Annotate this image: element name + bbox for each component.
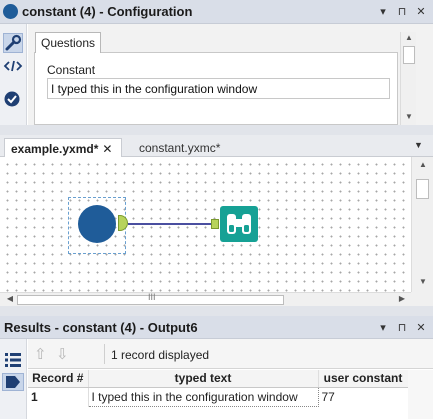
results-scrollbar[interactable]	[408, 370, 433, 419]
connection-line[interactable]	[128, 223, 211, 225]
panel-menu-button[interactable]: ▾	[376, 320, 390, 336]
scroll-up-icon[interactable]: ▲	[401, 33, 417, 42]
tab-label: example.yxmd*	[11, 142, 99, 156]
scroll-thumb[interactable]	[403, 46, 415, 64]
record-count: 1 record displayed	[111, 348, 210, 362]
scroll-up-icon[interactable]: ▲	[415, 160, 431, 169]
input-anchor[interactable]	[211, 219, 219, 229]
configuration-sidebar	[0, 24, 27, 125]
pin-button[interactable]: ⊓	[395, 320, 409, 336]
results-sidebar	[0, 339, 27, 419]
cell-user-constant[interactable]: 77	[318, 387, 409, 406]
tab-constant-yxmc[interactable]: constant.yxmc*	[127, 138, 247, 157]
panel-menu-button[interactable]: ▾	[376, 4, 390, 20]
configuration-area: Questions Constant ▲ ▼	[28, 24, 433, 125]
output-anchor[interactable]	[118, 215, 128, 231]
close-panel-button[interactable]: ✕	[414, 320, 428, 336]
arrow-down-icon[interactable]: ⇩	[56, 345, 69, 363]
results-header: Results - constant (4) - Output6 ▾ ⊓ ✕	[0, 316, 433, 339]
column-header-typed-text[interactable]: typed text	[88, 370, 319, 388]
close-tab-icon[interactable]: ✕	[102, 142, 112, 156]
browse-tool-node[interactable]	[220, 206, 258, 242]
binoculars-icon	[227, 214, 251, 234]
tab-questions[interactable]: Questions	[35, 32, 101, 53]
results-table: Record # typed text user constant 1 I ty…	[28, 370, 409, 407]
questions-panel: Constant	[34, 52, 398, 125]
scroll-thumb[interactable]	[416, 179, 429, 199]
scroll-down-icon[interactable]: ▼	[401, 112, 417, 121]
wrench-icon[interactable]	[3, 33, 23, 53]
check-circle-icon[interactable]	[3, 90, 23, 110]
scroll-left-icon[interactable]: ◀	[2, 294, 18, 303]
tabs-dropdown-icon[interactable]: ▼	[414, 140, 423, 150]
list-icon[interactable]	[4, 351, 22, 369]
constant-label: Constant	[47, 63, 96, 77]
panel-separator[interactable]	[0, 125, 433, 135]
column-header-user-constant[interactable]: user constant	[318, 370, 409, 388]
column-header-record[interactable]: Record #	[28, 370, 89, 388]
canvas-horizontal-scrollbar[interactable]: ◀ III ▶	[0, 292, 411, 306]
document-tabs: example.yxmd* ✕ constant.yxmc* ▼	[0, 135, 433, 157]
configuration-title: constant (4) - Configuration	[22, 4, 193, 19]
constant-tool-node[interactable]	[78, 205, 116, 243]
arrow-up-icon[interactable]: ⇧	[34, 345, 47, 363]
tab-example-yxmd[interactable]: example.yxmd* ✕	[4, 138, 122, 157]
tag-icon[interactable]	[2, 373, 24, 391]
table-row[interactable]: 1 I typed this in the configuration wind…	[28, 386, 409, 407]
pin-button[interactable]: ⊓	[395, 4, 409, 20]
scroll-corner	[411, 292, 433, 306]
panel-separator[interactable]	[0, 306, 433, 316]
cell-record[interactable]: 1	[28, 387, 89, 406]
table-header-row: Record # typed text user constant	[28, 370, 409, 388]
close-panel-button[interactable]: ✕	[414, 4, 428, 20]
configuration-scrollbar[interactable]: ▲ ▼	[400, 32, 416, 125]
configuration-header: constant (4) - Configuration ▾ ⊓ ✕	[0, 0, 433, 24]
scroll-grip: III	[148, 292, 156, 302]
workflow-canvas[interactable]	[0, 157, 411, 292]
results-toolbar: ⇧ ⇩ 1 record displayed	[28, 339, 433, 369]
scroll-down-icon[interactable]: ▼	[415, 277, 431, 286]
toolbar-divider	[104, 344, 105, 364]
cell-typed-text[interactable]: I typed this in the configuration window	[87, 386, 319, 407]
code-icon[interactable]	[3, 57, 23, 77]
constant-tool-icon	[3, 4, 18, 19]
canvas-vertical-scrollbar[interactable]: ▲ ▼	[411, 157, 433, 292]
results-title: Results - constant (4) - Output6	[4, 320, 198, 335]
constant-input[interactable]	[47, 78, 390, 99]
scroll-right-icon[interactable]: ▶	[394, 294, 410, 303]
